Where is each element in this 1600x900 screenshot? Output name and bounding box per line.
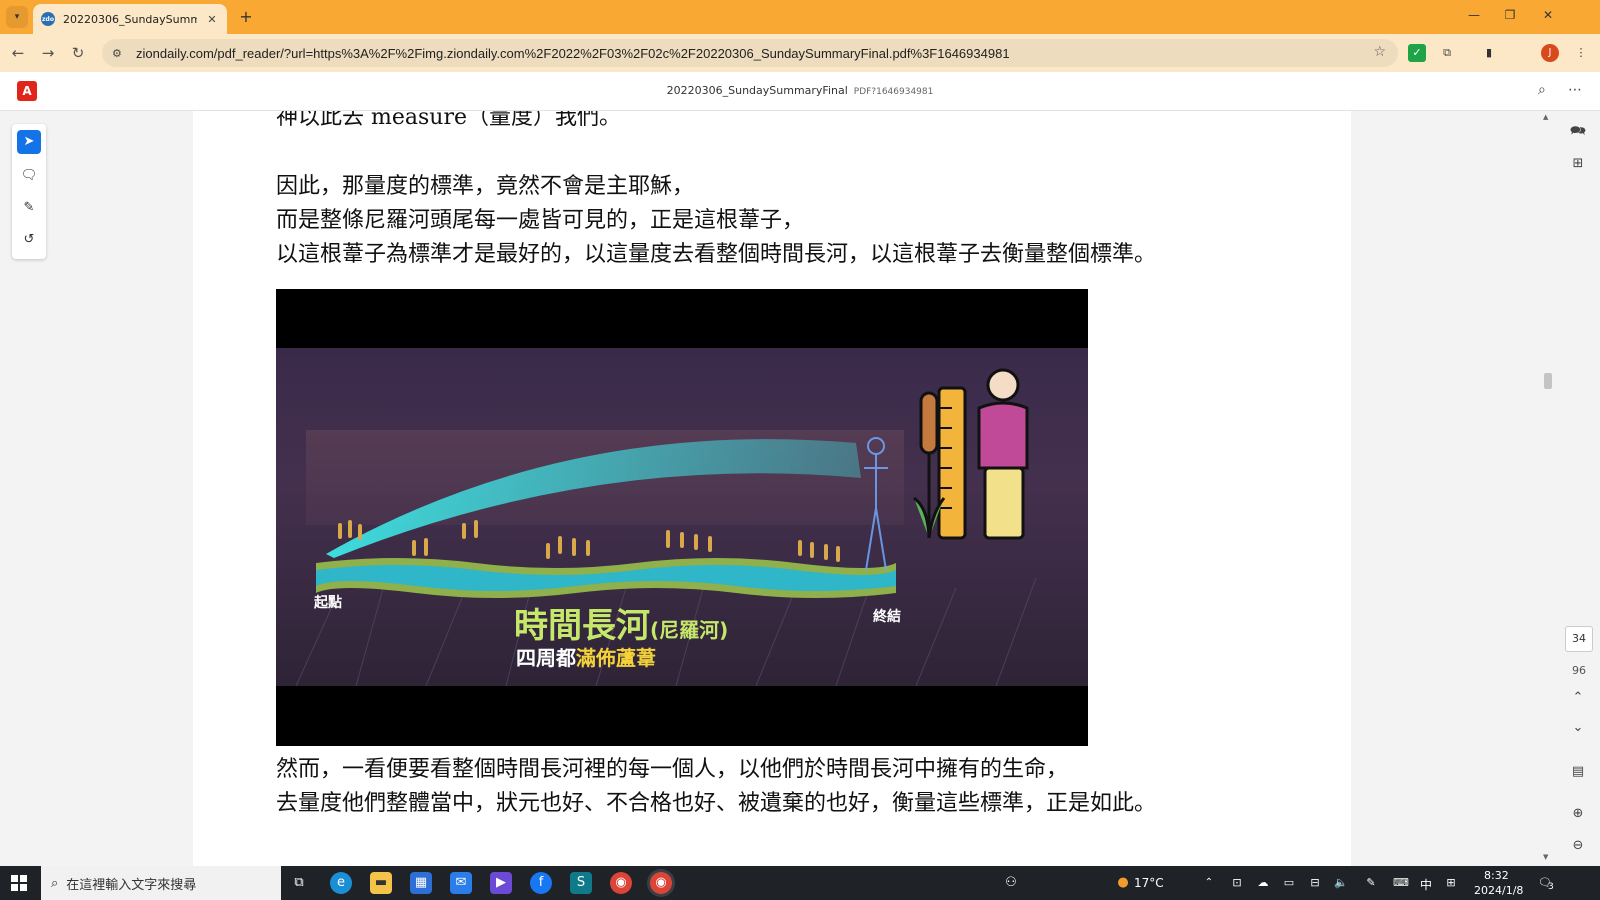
illustration-title-main: 時間長河 (514, 606, 650, 646)
zoom-in-icon[interactable]: ⊕ (1568, 806, 1588, 821)
extension-check-icon[interactable]: ✓ (1408, 44, 1426, 62)
mail-icon[interactable]: ✉ (450, 872, 472, 894)
paragraph-line: 然而，一看便要看整個時間長河裡的每一個人，以他們於時間長河中擁有的生命， (276, 757, 1069, 782)
extensions-puzzle-icon[interactable]: ⧉ (1438, 44, 1456, 62)
browser-menu-icon[interactable]: ⋮ (1572, 44, 1590, 62)
file-explorer-icon[interactable]: ▬ (370, 872, 392, 894)
browser-tab-active[interactable]: zdo 20220306_SundaySummaryF ✕ (33, 4, 227, 34)
paragraph-line: 而是整條尼羅河頭尾每一處皆可見的，正是這根葦子， (276, 208, 805, 233)
chrome-icon[interactable]: ◉ (610, 872, 632, 894)
browser-tab-bar: ▾ zdo 20220306_SundaySummaryF ✕ + — ❐ ✕ (0, 0, 1600, 34)
taskbar-search-box[interactable]: ⌕ 在這裡輸入文字來搜尋 (41, 866, 281, 900)
browser-toolbar: ← → ↻ ⚙ ziondaily.com/pdf_reader/?url=ht… (0, 34, 1600, 72)
restore-icon[interactable]: ❐ (1500, 8, 1520, 22)
current-page-input[interactable]: 34 (1565, 626, 1593, 652)
ime-mode-icon[interactable]: ⊞ (1440, 872, 1462, 894)
scroll-down-arrow-icon[interactable]: ▼ (1543, 853, 1548, 861)
document-tag: PDF?1646934981 (853, 87, 934, 97)
edge-browser-icon[interactable]: e (330, 872, 352, 894)
app-s-icon[interactable]: S (570, 872, 592, 894)
store-icon[interactable]: ▦ (410, 872, 432, 894)
river-end-label: 終結 (873, 609, 901, 625)
lasso-icon[interactable]: ↺ (17, 228, 41, 252)
taskbar-search-placeholder: 在這裡輸入文字來搜尋 (66, 877, 197, 893)
show-hidden-icons-icon[interactable]: ⌃ (1198, 872, 1220, 894)
annotation-tool-rail: ➤ 🗨 ✎ ↺ (12, 124, 46, 259)
weather-icon[interactable]: ● (1112, 872, 1134, 894)
next-page-icon[interactable]: ⌄ (1568, 720, 1588, 735)
clock-date[interactable]: 2024/1/8 (1474, 884, 1523, 897)
zoom-out-icon[interactable]: ⊖ (1568, 838, 1588, 853)
input-method-indicator[interactable]: 中 (1420, 876, 1432, 893)
volume-icon[interactable]: 🔈 (1330, 872, 1352, 894)
minimize-icon[interactable]: — (1464, 8, 1484, 22)
tab-title: 20220306_SundaySummaryF (63, 12, 197, 26)
vertical-scrollbar[interactable]: ▲ ▼ (1541, 111, 1554, 866)
previous-page-icon[interactable]: ⌃ (1568, 690, 1588, 705)
total-pages: 96 (1572, 664, 1586, 677)
side-panel-icon[interactable]: ▮ (1480, 44, 1498, 62)
address-bar[interactable]: ⚙ ziondaily.com/pdf_reader/?url=https%3A… (102, 39, 1398, 67)
weather-temperature[interactable]: 17°C (1134, 876, 1164, 890)
document-filename: 20220306_SundaySummaryFinal (666, 84, 848, 97)
notification-count-badge: 3 (1548, 882, 1554, 892)
network-icon[interactable]: ⊟ (1304, 872, 1326, 894)
onedrive-cloud-icon[interactable]: ☁ (1252, 872, 1274, 894)
video-editor-icon[interactable]: ▶ (490, 872, 512, 894)
close-icon[interactable]: ✕ (205, 13, 219, 26)
pdf-page: 神以此去 measure（量度）我們。 因此，那量度的標準，竟然不會是主耶穌， … (193, 111, 1351, 866)
page-layout-icon[interactable]: ▤ (1568, 764, 1588, 779)
illustration-title: 時間長河(尼羅河) (514, 598, 728, 647)
time-river-illustration: 起點 終結 時間長河(尼羅河) 四周都滿佈蘆葦 (276, 289, 1088, 746)
pdf-reader-header: A 20220306_SundaySummaryFinal PDF?1646934… (0, 72, 1600, 111)
new-tab-button[interactable]: + (236, 7, 256, 27)
paragraph-line: 以這根葦子為標準才是最好的，以這量度去看整個時間長河，以這根葦子去衡量整個標準。 (276, 242, 1157, 267)
draw-pen-icon[interactable]: ✎ (17, 196, 41, 220)
profile-avatar[interactable]: J (1541, 44, 1559, 62)
back-arrow-icon[interactable]: ← (8, 43, 28, 63)
thumbnails-grid-icon[interactable]: ⊞ (1568, 156, 1588, 171)
task-view-icon[interactable]: ⧉ (288, 872, 310, 894)
illustration-subtitle: 四周都滿佈蘆葦 (516, 642, 656, 671)
more-options-icon[interactable]: ⋯ (1568, 82, 1582, 98)
chevron-down-icon: ▾ (14, 12, 20, 22)
facebook-icon[interactable]: f (530, 872, 552, 894)
url-text[interactable]: ziondaily.com/pdf_reader/?url=https%3A%2… (136, 46, 1010, 61)
illustration-title-paren: (尼羅河) (650, 618, 729, 642)
chrome-active-icon[interactable]: ◉ (650, 872, 672, 894)
search-icon: ⌕ (51, 875, 59, 891)
keyboard-icon[interactable]: ⌨ (1390, 872, 1412, 894)
paragraph-line: 神以此去 measure（量度）我們。 (276, 111, 621, 130)
add-comment-icon[interactable]: 🗨 (17, 164, 41, 188)
paragraph-line: 因此，那量度的標準，竟然不會是主耶穌， (276, 174, 695, 199)
subtitle-yellow: 滿佈蘆葦 (576, 646, 656, 670)
tab-search-button[interactable]: ▾ (6, 6, 28, 28)
people-icon[interactable]: ⚇ (1000, 872, 1022, 894)
illustration-scene: 起點 終結 時間長河(尼羅河) 四周都滿佈蘆葦 (276, 348, 1088, 686)
comments-panel-icon[interactable]: 🗪 (1568, 122, 1588, 144)
tray-app-icon[interactable]: ⊡ (1226, 872, 1248, 894)
scroll-up-arrow-icon[interactable]: ▲ (1543, 113, 1548, 121)
pen-ink-icon[interactable]: ✎ (1360, 872, 1382, 894)
clock-time[interactable]: 8:32 (1484, 869, 1509, 882)
select-tool-cursor-icon[interactable]: ➤ (17, 130, 41, 154)
reload-icon[interactable]: ↻ (68, 43, 88, 63)
search-icon[interactable]: ⌕ (1538, 82, 1546, 98)
forward-arrow-icon[interactable]: → (38, 43, 58, 63)
document-title: 20220306_SundaySummaryFinal PDF?164693498… (0, 84, 1600, 97)
reed-ruler-person-icon (913, 368, 1029, 540)
windows-start-icon[interactable] (11, 875, 27, 891)
paragraph-line: 去量度他們整體當中，狀元也好、不合格也好、被遺棄的也好，衡量這些標準，正是如此。 (276, 791, 1157, 816)
bookmark-star-icon[interactable]: ☆ (1373, 44, 1386, 60)
subtitle-white: 四周都 (516, 646, 576, 670)
close-window-icon[interactable]: ✕ (1538, 8, 1558, 22)
site-info-icon[interactable]: ⚙ (112, 47, 128, 60)
site-favicon-icon: zdo (41, 12, 55, 26)
battery-icon[interactable]: ▭ (1278, 872, 1300, 894)
river-start-label: 起點 (314, 595, 342, 611)
windows-taskbar: ⌕ 在這裡輸入文字來搜尋 ⧉ e ▬ ▦ ✉ ▶ f S ◉ ◉ ⚇ ● 17°… (0, 866, 1600, 900)
scrollbar-thumb[interactable] (1544, 373, 1552, 389)
